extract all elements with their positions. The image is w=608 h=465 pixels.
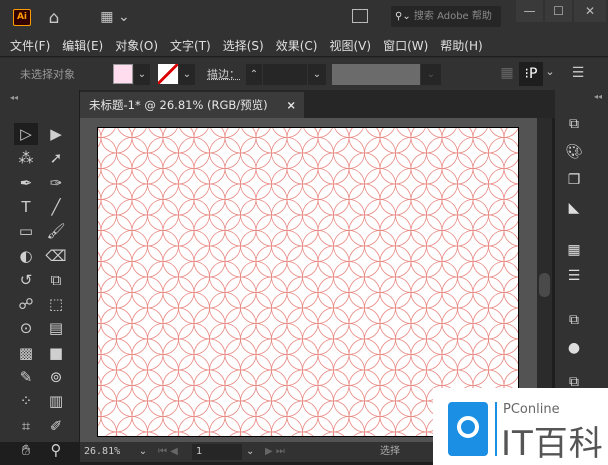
fill-dropdown[interactable]: ⌄ [134,64,150,85]
pathfinder-icon[interactable]: ⧉ [562,116,586,136]
zoom-dropdown[interactable]: ⌄ [135,442,151,462]
control-bar: 未选择对象 ⌄ ⌄ 描边： ⌃ ⌄ ⌄ ▦ ⁝P ⌄ ☰ [0,57,608,90]
close-tab-icon[interactable]: × [286,92,296,118]
stroke-icon[interactable]: ☰ [562,268,586,288]
tab-title: 未标题-1* @ 26.81% (RGB/预览) [89,98,268,112]
profile-dropdown[interactable]: ⌄ [421,64,441,85]
close-window-button[interactable]: ✕ [574,0,606,22]
stroke-swatch[interactable] [158,64,178,84]
search-icon: ⚲⌄ [395,11,414,22]
tools-panel: ◂◂ ▷ ▶ ⁂ ➚ ✒ ✑ T ╱ ▭ 🖌︎ ◐ ⌫ ↺ ⧉ ☍ ⬚ ⊙ ▤ ▩ ■ ✎ ⊚ ⁘ ▥ ⌗ ✐ ✋︎ ⚲ [0,90,79,459]
eraser-tool-icon[interactable]: ⌫ [44,245,68,267]
variable-width-profile[interactable] [332,64,420,85]
zoom-tool-icon[interactable]: ⚲ [44,439,68,461]
artboards-icon[interactable]: ❐ [562,172,586,192]
collapse-icon[interactable]: ◂◂ [594,92,602,101]
chevron-down-icon[interactable]: ⌄ [543,65,557,78]
symbol-sprayer-tool-icon[interactable]: ⁘ [14,390,38,412]
watermark: PConline IT百科 [433,388,608,465]
menu-select[interactable]: 选择(S) [223,37,264,54]
curvature-tool-icon[interactable]: ✑ [44,172,68,194]
perspective-grid-tool-icon[interactable]: ▤ [44,317,68,339]
selection-status: 未选择对象 [20,68,75,81]
shape-builder-tool-icon[interactable]: ⊙ [14,317,38,339]
stroke-weight-dropdown[interactable]: ⌄ [308,64,326,85]
transform-panel-icon[interactable]: ⁝P [519,62,543,86]
scrollbar-thumb[interactable] [539,273,550,297]
menu-bar: 文件(F) 编辑(E) 对象(O) 文字(T) 选择(S) 效果(C) 视图(V… [0,34,608,56]
title-bar: Ai ⌂ ▦ ⌄ ⚲⌄ 搜索 Adobe 帮助 — ☐ ✕ [0,0,608,34]
hand-tool-icon[interactable]: ✋︎ [14,439,38,461]
artboard-dropdown[interactable]: ⌄ [246,442,254,462]
search-placeholder: 搜索 Adobe 帮助 [413,11,492,22]
magic-wand-tool-icon[interactable]: ⁂ [14,147,38,169]
artboard-number-input[interactable]: 1 [192,444,242,460]
panel-menu-icon[interactable]: ☰ [570,65,586,81]
mesh-tool-icon[interactable]: ▩ [14,342,38,364]
blend-tool-icon[interactable]: ⊚ [44,366,68,388]
artboard-tool-icon[interactable]: ⌗ [14,415,38,437]
watermark-name: IT百科 [501,424,604,464]
selection-tool-icon[interactable]: ▷ [14,123,38,145]
line-tool-icon[interactable]: ╱ [44,196,68,218]
scale-tool-icon[interactable]: ⧉ [44,269,68,291]
fill-swatch[interactable] [113,64,133,84]
gradient-icon[interactable]: ◣ [562,200,586,220]
current-tool-name: 选择 [380,446,400,457]
type-tool-icon[interactable]: T [14,196,38,218]
menu-edit[interactable]: 编辑(E) [62,37,103,54]
transparency-icon[interactable]: ● [562,340,586,360]
minimize-button[interactable]: — [516,0,543,22]
maximize-button[interactable]: ☐ [545,0,572,22]
home-icon[interactable]: ⌂ [44,8,64,28]
pen-tool-icon[interactable]: ✒ [14,172,38,194]
align-grid-icon[interactable]: ▦ [498,65,516,81]
rectangle-tool-icon[interactable]: ▭ [14,220,38,242]
gradient-tool-icon[interactable]: ■ [44,342,68,364]
transform-icon[interactable]: ⧉ [562,312,586,332]
watermark-brand: PConline [503,402,560,417]
illustrator-logo: Ai [13,9,31,26]
stroke-weight-input[interactable] [263,64,307,85]
next-artboard-button[interactable]: ▶ ⏭ [265,442,285,462]
menu-window[interactable]: 窗口(W) [383,37,428,54]
zoom-level[interactable]: 26.81% [84,442,120,462]
watermark-logo-icon [448,402,488,456]
rotate-tool-icon[interactable]: ↺ [14,269,38,291]
free-transform-tool-icon[interactable]: ⬚ [44,293,68,315]
arrange-documents-icon[interactable] [352,9,368,23]
stroke-weight-stepper[interactable]: ⌃ [246,64,262,85]
color-palette-icon[interactable]: 🎨︎ [562,144,586,164]
shaper-tool-icon[interactable]: ◐ [14,245,38,267]
tab-document[interactable]: 未标题-1* @ 26.81% (RGB/预览) × [80,92,304,118]
workspace-switcher-icon[interactable]: ▦ ⌄ [98,9,132,25]
menu-object[interactable]: 对象(O) [115,37,158,54]
column-graph-tool-icon[interactable]: ▥ [44,390,68,412]
direct-selection-tool-icon[interactable]: ▶ [44,123,68,145]
menu-effect[interactable]: 效果(C) [276,37,318,54]
menu-help[interactable]: 帮助(H) [440,37,482,54]
stroke-dropdown[interactable]: ⌄ [179,64,195,85]
stroke-label[interactable]: 描边： [207,66,240,82]
menu-type[interactable]: 文字(T) [170,37,211,54]
search-input[interactable]: ⚲⌄ 搜索 Adobe 帮助 [391,6,501,27]
collapse-icon[interactable]: ◂◂ [10,93,18,102]
slice-tool-icon[interactable]: ✐ [44,415,68,437]
menu-view[interactable]: 视图(V) [329,37,371,54]
paintbrush-tool-icon[interactable]: 🖌︎ [44,220,68,242]
menu-file[interactable]: 文件(F) [10,37,50,54]
eyedropper-tool-icon[interactable]: ✎ [14,366,38,388]
swatches-icon[interactable]: ▦ [562,242,586,262]
puppet-warp-tool-icon[interactable]: ☍ [14,293,38,315]
first-artboard-button[interactable]: ⏮ ◀ [158,442,178,462]
lasso-tool-icon[interactable]: ➚ [44,147,68,169]
